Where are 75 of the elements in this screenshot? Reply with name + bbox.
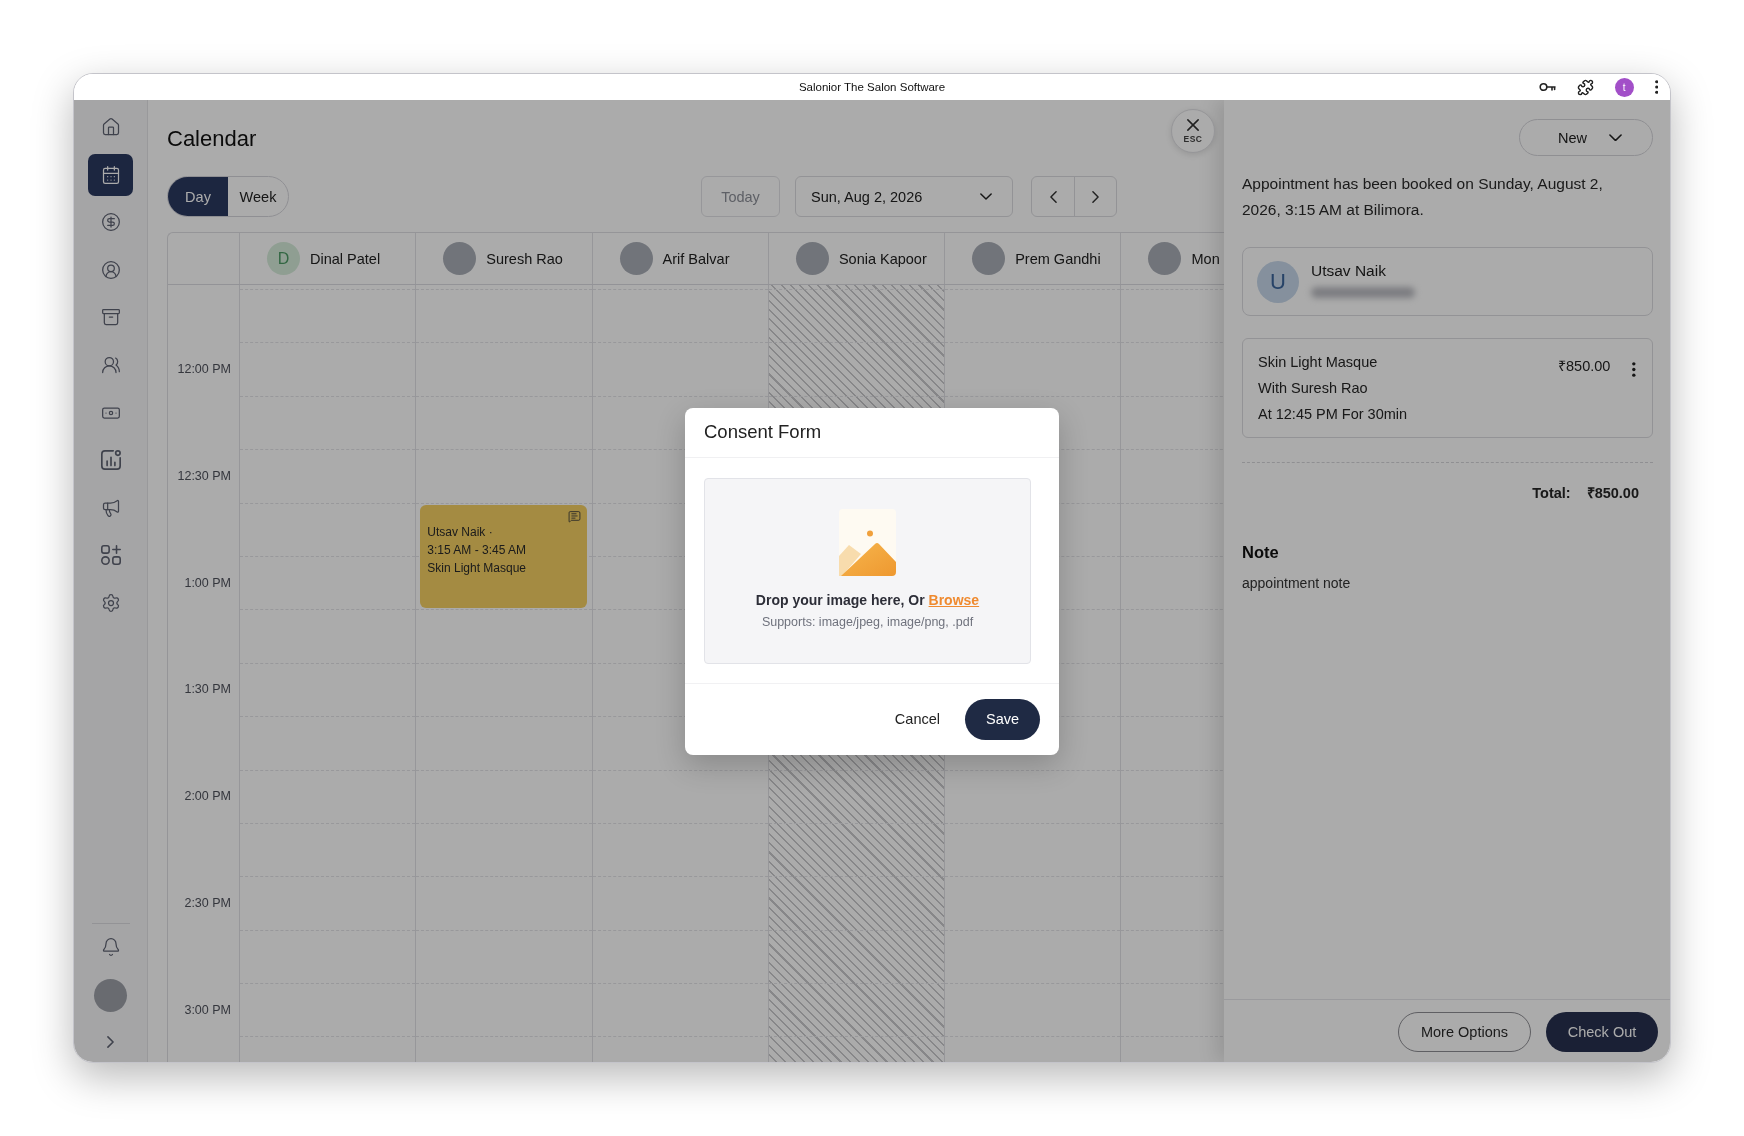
chevron-left-icon [1049, 190, 1057, 203]
service-price: ₹850.00 [1558, 357, 1611, 376]
total-value: ₹850.00 [1586, 484, 1639, 503]
kebab-menu-icon[interactable] [1654, 80, 1658, 94]
time-label: 12:30 PM [177, 468, 231, 483]
service-staff: With Suresh Rao [1258, 379, 1368, 398]
view-tab[interactable]: Day [168, 177, 228, 216]
chevron-down-icon [980, 193, 992, 200]
modal-title: Consent Form [704, 421, 822, 443]
dollar-icon [100, 212, 121, 233]
client-avatar: U [1257, 260, 1299, 303]
chevron-right-icon [107, 1036, 114, 1048]
appointment-card[interactable]: Utsav Naik · 3:15 AM - 3:45 AM Skin Light Masque [420, 505, 587, 608]
kebab-menu-icon [1632, 362, 1636, 377]
avatar-initial: D [267, 242, 300, 275]
settings-icon [100, 592, 121, 613]
time-label: 1:30 PM [184, 682, 231, 697]
staff-name: Sonia Kapoor [838, 250, 927, 267]
time-label: 12:00 PM [177, 362, 231, 377]
avatar-placeholder [1148, 242, 1182, 275]
appointment-service: Skin Light Masque [427, 560, 527, 577]
staff-name: Suresh Rao [486, 250, 563, 267]
bell-icon [100, 937, 121, 957]
avatar-placeholder [795, 242, 829, 275]
close-button[interactable]: ESC [1171, 109, 1215, 153]
service-name: Skin Light Masque [1258, 353, 1378, 372]
calendar-icon [100, 164, 121, 185]
expand-sidebar-button[interactable] [107, 1036, 114, 1048]
avatar-placeholder [972, 242, 1006, 275]
staff-name: Arif Balvar [662, 250, 730, 267]
booking-message: Appointment has been booked on Sunday, August 2, 2026, 3:15 AM at Bilimora. [1242, 174, 1604, 220]
dropzone-prompt: Drop your image here, Or Browse [755, 591, 980, 608]
apps-icon [100, 545, 121, 566]
time-label: 2:00 PM [184, 789, 231, 804]
home-icon [100, 117, 121, 137]
profile-avatar[interactable]: t [1614, 77, 1634, 97]
staff-name: Dinal Patel [310, 250, 381, 267]
date-dropdown[interactable]: Sun, Aug 2, 2026 [795, 176, 1013, 217]
chart-icon [100, 450, 121, 471]
megaphone-icon [100, 497, 121, 518]
avatar-placeholder[interactable] [94, 979, 127, 1012]
note-title: Note [1242, 542, 1279, 563]
window-title: Salonior The Salon Software [798, 81, 946, 93]
key-icon[interactable] [1538, 82, 1556, 92]
puzzle-icon[interactable] [1576, 78, 1594, 96]
service-time: At 12:45 PM For 30min [1258, 405, 1408, 424]
appointment-time: 3:15 AM - 3:45 AM [427, 542, 526, 559]
chevron-right-icon [1092, 190, 1099, 203]
chevron-down-icon [1609, 133, 1622, 142]
client-name: Utsav Naik [1311, 261, 1386, 280]
staff-name: Mon [1191, 250, 1220, 267]
sidebar-item[interactable] [88, 153, 133, 196]
staff-name: Prem Gandhi [1015, 250, 1101, 267]
close-icon [1187, 118, 1199, 131]
archive-icon [100, 307, 121, 328]
cancel-button[interactable]: Cancel [882, 698, 952, 740]
avatar-placeholder [619, 242, 653, 275]
image-icon [839, 508, 896, 576]
total-label: Total: [1532, 484, 1571, 503]
note-text: appointment note [1242, 574, 1351, 593]
time-label: 1:00 PM [184, 575, 231, 590]
notifications-button[interactable] [100, 937, 121, 957]
appointment-client: Utsav Naik · [427, 524, 493, 541]
user-icon [100, 259, 121, 280]
time-label: 2:30 PM [184, 896, 231, 910]
supported-formats-text: Supports: image/jpeg, image/png, .pdf [761, 614, 974, 629]
check-out-button[interactable]: Check Out [1546, 1012, 1658, 1052]
upload-dropzone[interactable]: Drop your image here, Or Browse Supports: image/jpeg, image/png, .pdf [704, 477, 1031, 664]
users-icon [100, 354, 121, 375]
service-menu-button[interactable] [1632, 362, 1636, 377]
time-label: 3:00 PM [184, 1002, 231, 1017]
avatar-placeholder [443, 242, 477, 275]
page-title: Calendar [167, 126, 257, 152]
save-button[interactable]: Save [965, 698, 1040, 740]
view-tab[interactable]: Week [228, 177, 288, 216]
